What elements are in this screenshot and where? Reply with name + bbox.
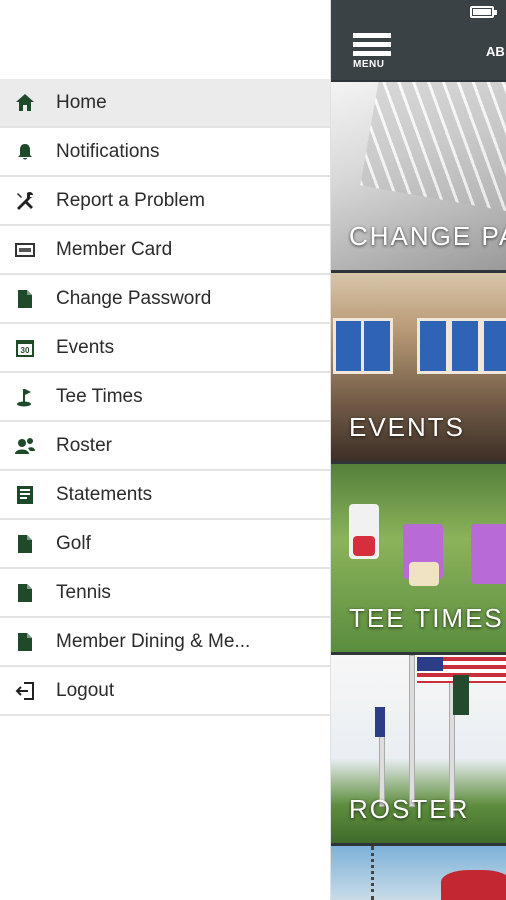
people-icon	[14, 435, 36, 457]
document-icon	[14, 582, 36, 604]
home-icon	[14, 92, 36, 114]
nav-item-label: Tee Times	[56, 385, 143, 407]
card-icon	[14, 239, 36, 261]
nav-item-label: Report a Problem	[56, 189, 205, 211]
nav-item-label: Tennis	[56, 581, 111, 603]
nav-item-label: Logout	[56, 679, 115, 701]
nav-item-report-problem[interactable]: Report a Problem	[0, 177, 330, 226]
logout-icon	[14, 680, 36, 702]
nav-item-member-dining[interactable]: Member Dining & Me...	[0, 618, 330, 667]
tile-caption: TEE TIMES	[349, 603, 504, 633]
menu-button[interactable]: MENU	[353, 33, 393, 73]
statement-icon	[14, 484, 36, 506]
app-content: MENU AB CHANGE PA EVENTS TEE TIMES ROSTE…	[331, 0, 506, 900]
nav-item-tee-times[interactable]: Tee Times	[0, 373, 330, 422]
nav-item-label: Roster	[56, 434, 112, 456]
nav-item-label: Events	[56, 336, 115, 358]
document-icon	[14, 288, 36, 310]
menu-label: MENU	[353, 59, 385, 70]
nav-item-logout[interactable]: Logout	[0, 667, 330, 716]
battery-icon	[470, 6, 497, 18]
nav-item-golf[interactable]: Golf	[0, 520, 330, 569]
nav-item-change-password[interactable]: Change Password	[0, 275, 330, 324]
tile-roster[interactable]: ROSTER	[331, 655, 506, 843]
document-icon	[14, 631, 36, 653]
tile-caption: EVENTS	[349, 412, 466, 442]
nav-item-statements[interactable]: Statements	[0, 471, 330, 520]
tile-tee-times[interactable]: TEE TIMES	[331, 464, 506, 652]
nav-item-notifications[interactable]: Notifications	[0, 128, 330, 177]
bell-icon	[14, 141, 36, 163]
tile-change-password[interactable]: CHANGE PA	[331, 82, 506, 270]
tile-events[interactable]: EVENTS	[331, 273, 506, 461]
nav-item-roster[interactable]: Roster	[0, 422, 330, 471]
nav-item-label: Member Dining & Me...	[56, 630, 251, 652]
nav-list: Home Notifications Report a Problem Memb…	[0, 79, 330, 716]
nav-item-label: Member Card	[56, 238, 173, 260]
app-header: MENU AB	[331, 0, 506, 80]
nav-item-events[interactable]: 30 Events	[0, 324, 330, 373]
header-title: AB	[486, 44, 505, 59]
nav-item-label: Change Password	[56, 287, 212, 309]
tile-caption: CHANGE PA	[349, 221, 506, 251]
nav-drawer: Home Notifications Report a Problem Memb…	[0, 0, 331, 900]
nav-item-label: Golf	[56, 532, 91, 554]
nav-item-tennis[interactable]: Tennis	[0, 569, 330, 618]
tools-icon	[14, 190, 36, 212]
svg-text:30: 30	[21, 346, 30, 355]
calendar-icon: 30	[14, 337, 36, 359]
nav-item-label: Home	[56, 91, 107, 113]
golf-flag-icon	[14, 386, 36, 408]
tile-caption: ROSTER	[349, 794, 470, 824]
nav-item-home[interactable]: Home	[0, 79, 330, 128]
tile-more[interactable]	[331, 846, 506, 900]
nav-item-member-card[interactable]: Member Card	[0, 226, 330, 275]
nav-item-label: Statements	[56, 483, 153, 505]
nav-item-label: Notifications	[56, 140, 160, 162]
document-icon	[14, 533, 36, 555]
